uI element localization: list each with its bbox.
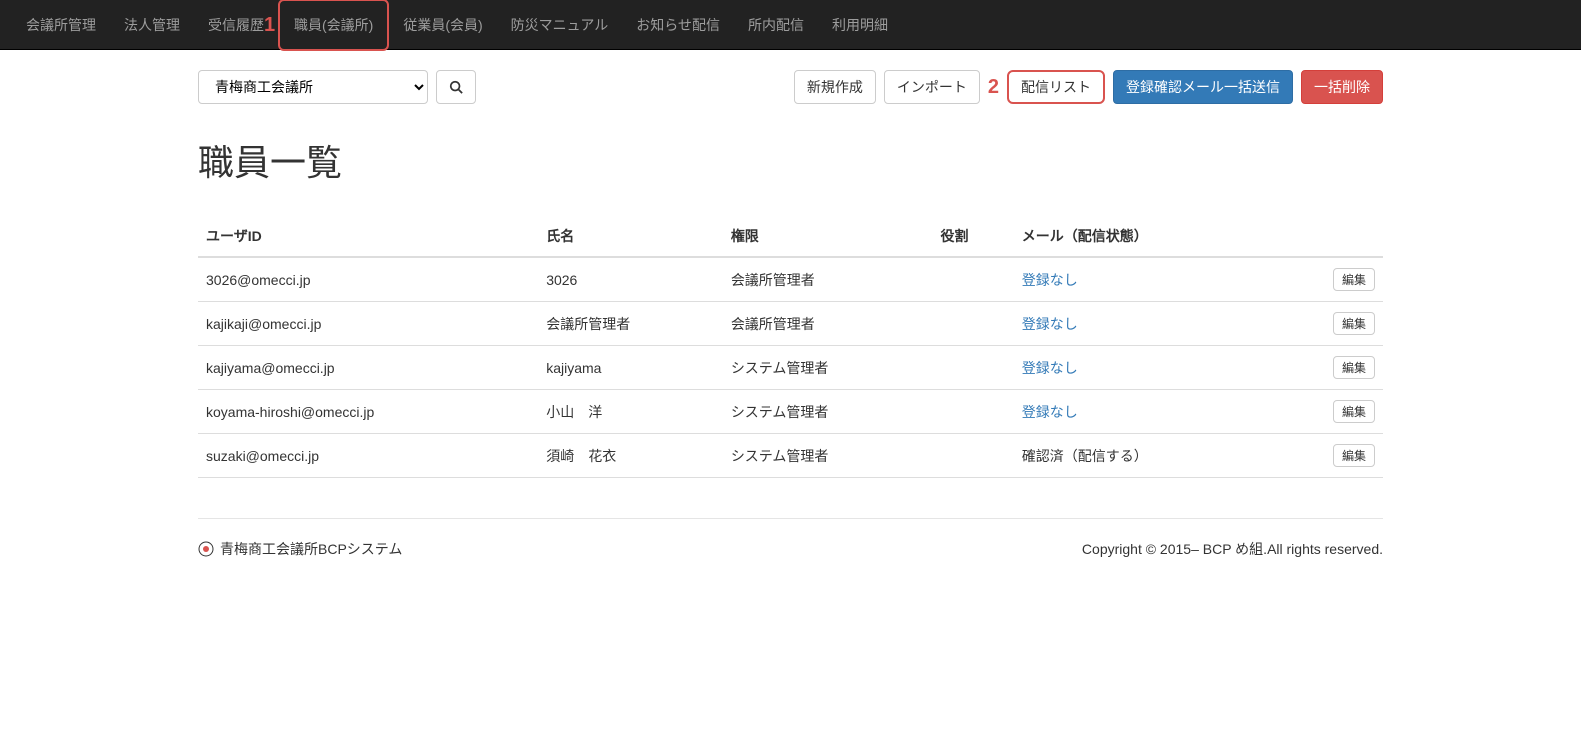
edit-button[interactable]: 編集 <box>1333 268 1375 291</box>
table-row: koyama-hiroshi@omecci.jp小山 洋システム管理者 登録なし 編… <box>198 390 1383 434</box>
cell-name: 3026 <box>538 257 723 302</box>
cell-name: kajiyama <box>538 346 723 390</box>
cell-role <box>933 257 1014 302</box>
cell-name: 須崎 花衣 <box>538 434 723 478</box>
cell-permission: 会議所管理者 <box>723 302 933 346</box>
cell-name: 小山 洋 <box>538 390 723 434</box>
mail-status-link[interactable]: 登録なし <box>1022 316 1078 332</box>
edit-button[interactable]: 編集 <box>1333 356 1375 379</box>
nav-item-8[interactable]: 利用明細 <box>818 1 902 49</box>
cell-mail: 登録なし <box>1014 390 1276 434</box>
nav-item-0[interactable]: 会議所管理 <box>12 1 110 49</box>
distribution-list-button[interactable]: 配信リスト <box>1007 70 1105 104</box>
nav-item-7[interactable]: 所内配信 <box>734 1 818 49</box>
footer-logo-icon <box>198 541 214 557</box>
cell-user_id: suzaki@omecci.jp <box>198 434 538 478</box>
mail-status-link[interactable]: 登録なし <box>1022 272 1078 288</box>
staff-table: ユーザID 氏名 権限 役割 メール（配信状態） 3026@omecci.jp3… <box>198 216 1383 478</box>
search-icon <box>449 80 463 94</box>
nav-item-3[interactable]: 職員(会議所) <box>278 0 389 51</box>
cell-mail: 登録なし <box>1014 346 1276 390</box>
nav-item-5[interactable]: 防災マニュアル <box>497 1 623 49</box>
cell-user_id: kajiyama@omecci.jp <box>198 346 538 390</box>
cell-user_id: kajikaji@omecci.jp <box>198 302 538 346</box>
nav-item-6[interactable]: お知らせ配信 <box>622 1 734 49</box>
nav-item-1[interactable]: 法人管理 <box>110 1 194 49</box>
footer-left-text: 青梅商工会議所BCPシステム <box>220 539 402 559</box>
col-user-id: ユーザID <box>198 216 538 257</box>
cell-user_id: 3026@omecci.jp <box>198 257 538 302</box>
cell-mail: 確認済（配信する） <box>1014 434 1276 478</box>
cell-permission: システム管理者 <box>723 346 933 390</box>
mail-status-link[interactable]: 登録なし <box>1022 360 1078 376</box>
toolbar: 青梅商工会議所 新規作成 インポート 2 配信リスト 登録確認メール一括送信 一… <box>198 70 1383 104</box>
new-button[interactable]: 新規作成 <box>794 70 876 104</box>
col-mail: メール（配信状態） <box>1014 216 1276 257</box>
top-nav: 会議所管理法人管理受信履歴1職員(会議所)従業員(会員)防災マニュアルお知らせ配… <box>0 0 1581 50</box>
cell-user_id: koyama-hiroshi@omecci.jp <box>198 390 538 434</box>
cell-mail: 登録なし <box>1014 257 1276 302</box>
cell-permission: システム管理者 <box>723 434 933 478</box>
footer-right-text: Copyright © 2015– BCP め組.All rights rese… <box>1082 539 1383 559</box>
cell-mail: 登録なし <box>1014 302 1276 346</box>
table-row: kajiyama@omecci.jpkajiyamaシステム管理者 登録なし 編集 <box>198 346 1383 390</box>
annotation-marker-2: 2 <box>988 77 999 97</box>
mail-status-link[interactable]: 登録なし <box>1022 404 1078 420</box>
cell-role <box>933 302 1014 346</box>
cell-role <box>933 434 1014 478</box>
col-role: 役割 <box>933 216 1014 257</box>
table-row: 3026@omecci.jp3026会議所管理者 登録なし 編集 <box>198 257 1383 302</box>
footer: 青梅商工会議所BCPシステム Copyright © 2015– BCP め組.… <box>198 518 1383 559</box>
cell-name: 会議所管理者 <box>538 302 723 346</box>
staff-table-body: 3026@omecci.jp3026会議所管理者登録なし編集kajikaji@o… <box>198 257 1383 478</box>
cell-permission: 会議所管理者 <box>723 257 933 302</box>
table-row: suzaki@omecci.jp須崎 花衣システム管理者 確認済（配信する） 編集 <box>198 434 1383 478</box>
bulk-delete-button[interactable]: 一括削除 <box>1301 70 1383 104</box>
col-name: 氏名 <box>538 216 723 257</box>
table-row: kajikaji@omecci.jp会議所管理者会議所管理者登録なし編集 <box>198 302 1383 346</box>
nav-item-4[interactable]: 従業員(会員) <box>389 1 496 49</box>
edit-button[interactable]: 編集 <box>1333 444 1375 467</box>
cell-permission: システム管理者 <box>723 390 933 434</box>
import-button[interactable]: インポート <box>884 70 980 104</box>
page-title: 職員一覧 <box>198 134 1383 186</box>
bulk-mail-button[interactable]: 登録確認メール一括送信 <box>1113 70 1293 104</box>
cell-role <box>933 346 1014 390</box>
cell-role <box>933 390 1014 434</box>
org-select[interactable]: 青梅商工会議所 <box>198 70 428 104</box>
col-permission: 権限 <box>723 216 933 257</box>
edit-button[interactable]: 編集 <box>1333 312 1375 335</box>
annotation-marker-1: 1 <box>264 15 275 35</box>
search-button[interactable] <box>436 70 476 104</box>
edit-button[interactable]: 編集 <box>1333 400 1375 423</box>
